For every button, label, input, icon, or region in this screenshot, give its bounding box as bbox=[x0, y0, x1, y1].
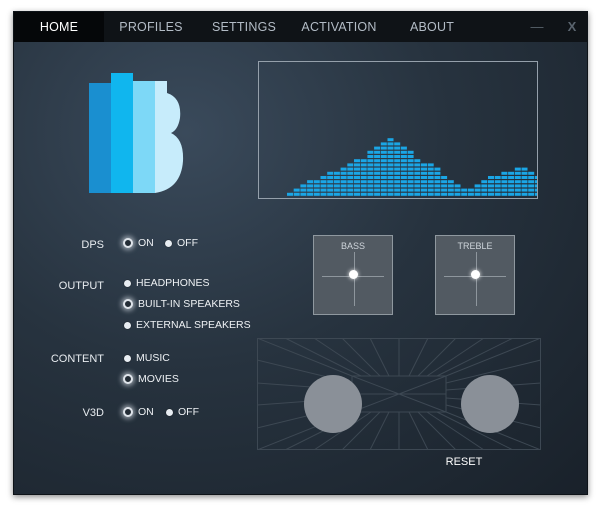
v3d-off-label: OFF bbox=[178, 406, 199, 418]
bass-handle[interactable] bbox=[349, 270, 358, 279]
radio-selected-icon bbox=[123, 299, 133, 309]
visualizer-column bbox=[347, 163, 354, 196]
tab-home[interactable]: HOME bbox=[14, 12, 104, 42]
visualizer-column bbox=[434, 167, 441, 196]
visualizer-column bbox=[528, 171, 535, 196]
v3d-on-label: ON bbox=[138, 406, 154, 418]
output-headphones-radio[interactable]: HEADPHONES bbox=[124, 276, 210, 290]
minimize-button[interactable]: — bbox=[527, 12, 547, 42]
visualizer-column bbox=[333, 171, 340, 196]
v3d-label: V3D bbox=[82, 407, 104, 419]
visualizer-column bbox=[501, 171, 508, 196]
visualizer-column bbox=[454, 184, 461, 196]
radio-icon bbox=[165, 239, 172, 247]
visualizer-column bbox=[287, 192, 293, 196]
content-music-radio[interactable]: MUSIC bbox=[124, 351, 170, 365]
output-builtin-speakers-label: BUILT-IN SPEAKERS bbox=[138, 298, 240, 310]
visualizer-column bbox=[521, 167, 528, 196]
dps-off-label: OFF bbox=[177, 237, 198, 249]
visualizer-column bbox=[387, 138, 394, 196]
v3d-on-radio[interactable]: ON bbox=[123, 405, 154, 419]
visualizer-column bbox=[320, 176, 327, 196]
visualizer-column bbox=[441, 176, 448, 196]
output-external-speakers-radio[interactable]: EXTERNAL SPEAKERS bbox=[124, 318, 251, 332]
treble-crosshair-v bbox=[476, 252, 477, 306]
visualizer-column bbox=[340, 167, 347, 196]
visualizer-column bbox=[481, 180, 488, 196]
right-speaker-icon[interactable] bbox=[461, 375, 519, 433]
reset-button[interactable]: RESET bbox=[434, 456, 494, 468]
treble-handle[interactable] bbox=[471, 270, 480, 279]
radio-icon bbox=[166, 408, 173, 416]
treble-pad[interactable]: TREBLE bbox=[435, 235, 515, 315]
visualizer-column bbox=[307, 180, 314, 196]
visualizer-column bbox=[447, 180, 454, 196]
visualizer-column bbox=[534, 176, 541, 196]
output-headphones-label: HEADPHONES bbox=[136, 277, 210, 289]
tab-settings[interactable]: SETTINGS bbox=[204, 12, 284, 42]
visualizer-column bbox=[474, 184, 481, 196]
visualizer-column bbox=[467, 188, 474, 196]
close-button[interactable]: X bbox=[562, 12, 582, 42]
visualizer-column bbox=[354, 159, 360, 196]
visualizer-column bbox=[414, 159, 421, 196]
radio-selected-icon bbox=[123, 238, 133, 248]
app-logo-icon bbox=[89, 73, 184, 193]
radio-icon bbox=[124, 321, 131, 329]
visualizer-column bbox=[461, 188, 468, 196]
virtual-3d-stage bbox=[257, 338, 541, 450]
visualizer-column bbox=[421, 163, 427, 196]
visualizer-column bbox=[327, 171, 334, 196]
tab-about[interactable]: ABOUT bbox=[397, 12, 467, 42]
tab-activation[interactable]: ACTIVATION bbox=[294, 12, 384, 42]
left-speaker-icon[interactable] bbox=[304, 375, 362, 433]
dps-on-radio[interactable]: ON bbox=[123, 236, 154, 250]
tab-profiles[interactable]: PROFILES bbox=[111, 12, 191, 42]
visualizer-column bbox=[367, 150, 374, 196]
audio-visualizer bbox=[258, 61, 561, 199]
v3d-off-radio[interactable]: OFF bbox=[166, 405, 199, 419]
visualizer-column bbox=[508, 171, 515, 196]
visualizer-column bbox=[488, 176, 494, 196]
visualizer-column bbox=[293, 188, 300, 196]
visualizer-column bbox=[494, 176, 501, 196]
output-builtin-speakers-radio[interactable]: BUILT-IN SPEAKERS bbox=[123, 297, 240, 311]
visualizer-column bbox=[360, 159, 367, 196]
bass-label: BASS bbox=[340, 241, 365, 251]
visualizer-column bbox=[400, 146, 407, 196]
output-label: OUTPUT bbox=[58, 280, 104, 292]
radio-icon bbox=[124, 354, 131, 362]
nav-bar: HOME PROFILES SETTINGS ACTIVATION ABOUT … bbox=[14, 12, 587, 42]
dps-label: DPS bbox=[81, 239, 104, 251]
visualizer-column bbox=[380, 142, 387, 196]
radio-selected-icon bbox=[123, 407, 133, 417]
radio-selected-icon bbox=[123, 374, 133, 384]
visualizer-column bbox=[394, 142, 401, 196]
visualizer-column bbox=[407, 150, 414, 196]
visualizer-column bbox=[313, 180, 320, 196]
visualizer-bars bbox=[287, 138, 561, 196]
treble-label: TREBLE bbox=[457, 241, 493, 251]
content-movies-radio[interactable]: MOVIES bbox=[123, 372, 179, 386]
content-label: CONTENT bbox=[50, 353, 104, 365]
dps-on-label: ON bbox=[138, 237, 154, 249]
bass-pad[interactable]: BASS bbox=[313, 235, 393, 315]
dps-off-radio[interactable]: OFF bbox=[165, 236, 198, 250]
radio-icon bbox=[124, 279, 131, 287]
visualizer-column bbox=[300, 184, 307, 196]
visualizer-column bbox=[514, 167, 521, 196]
content-music-label: MUSIC bbox=[136, 352, 170, 364]
output-external-speakers-label: EXTERNAL SPEAKERS bbox=[136, 319, 251, 331]
content-movies-label: MOVIES bbox=[138, 373, 179, 385]
visualizer-column bbox=[427, 163, 434, 196]
visualizer-column bbox=[374, 146, 381, 196]
bass-crosshair-v bbox=[354, 252, 355, 306]
